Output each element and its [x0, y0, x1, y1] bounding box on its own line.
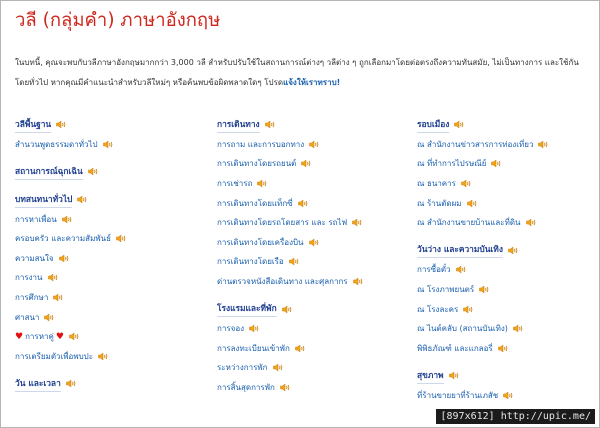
phrase-link[interactable]: การลงทะเบียนเข้าพัก: [217, 342, 290, 355]
speaker-icon[interactable]: [44, 313, 55, 322]
category-basic-phrases[interactable]: วลีพื้นฐาน: [15, 117, 52, 133]
phrase-link[interactable]: ระหว่างการพัก: [217, 361, 268, 374]
speaker-icon[interactable]: [467, 199, 478, 208]
page-frame: วลี (กลุ่มคำ) ภาษาอังกฤษ ในบทนี้, คุณจะพ…: [0, 0, 600, 428]
category-emergency[interactable]: สถานการณ์ฉุกเฉิน: [15, 164, 83, 180]
phrase-link[interactable]: การซื้อตั๋ว: [417, 263, 451, 276]
speaker-icon[interactable]: [116, 234, 127, 243]
speaker-icon[interactable]: [88, 167, 99, 176]
category-hotel[interactable]: โรงแรมและที่พัก: [217, 301, 277, 318]
speaker-icon[interactable]: [69, 332, 80, 341]
phrase-link[interactable]: ณ สำนักงานขายบ้านและที่ดิน: [417, 216, 521, 229]
phrase-link[interactable]: ศาสนา: [15, 311, 39, 324]
speaker-icon[interactable]: [353, 277, 364, 286]
speaker-icon[interactable]: [309, 140, 320, 149]
speaker-icon[interactable]: [449, 371, 460, 380]
phrase-link[interactable]: ความสนใจ: [15, 252, 54, 265]
speaker-icon[interactable]: [59, 254, 70, 263]
phrase-link[interactable]: สำนวนพูดธรรมดาทั่วไป: [15, 138, 98, 151]
phrase-link[interactable]: ณ ที่ทำการไปรษณีย์: [417, 157, 486, 170]
page-title: วลี (กลุ่มคำ) ภาษาอังกฤษ: [15, 10, 221, 31]
speaker-icon[interactable]: [298, 199, 309, 208]
speaker-icon[interactable]: [461, 179, 472, 188]
phrase-link[interactable]: การงาน: [15, 271, 43, 284]
speaker-icon[interactable]: [309, 238, 320, 247]
speaker-icon[interactable]: [508, 246, 519, 255]
phrase-link[interactable]: ครอบครัว และความสัมพันธ์: [15, 232, 111, 245]
speaker-icon[interactable]: [491, 159, 502, 168]
speaker-icon[interactable]: [289, 257, 300, 266]
phrase-link[interactable]: การหาคู่: [25, 330, 54, 343]
speaker-icon[interactable]: [280, 383, 291, 392]
phrase-link[interactable]: ณ ไนต์คลับ (สถานบันเทิง): [417, 322, 508, 335]
speaker-icon[interactable]: [249, 324, 260, 333]
speaker-icon[interactable]: [498, 344, 509, 353]
category-travel[interactable]: การเดินทาง: [217, 117, 260, 133]
speaker-icon[interactable]: [53, 293, 64, 302]
speaker-icon[interactable]: [273, 363, 284, 372]
speaker-icon[interactable]: [56, 120, 67, 129]
phrase-link[interactable]: การเดินทางโดยเครื่องบิน: [217, 236, 304, 249]
speaker-icon[interactable]: [526, 218, 537, 227]
category-health[interactable]: สุขภาพ: [417, 368, 444, 384]
phrase-link[interactable]: การหาเพื่อน: [15, 213, 57, 226]
phrase-link[interactable]: ด่านตรวจหนังสือเดินทาง และศุลกากร: [217, 275, 348, 288]
category-conversation[interactable]: บทสนทนาทั่วไป: [15, 192, 73, 208]
speaker-icon[interactable]: [456, 265, 467, 274]
phrase-link[interactable]: การเช่ารถ: [217, 177, 252, 190]
phrase-link[interactable]: ณ ธนาคาร: [417, 177, 456, 190]
speaker-icon[interactable]: [66, 379, 77, 388]
speaker-icon[interactable]: [282, 305, 293, 314]
phrase-link[interactable]: ที่ร้านขายยาที่ร้านเภสัช: [417, 389, 498, 402]
phrase-link[interactable]: การเดินทางโดยรถยนต์: [217, 157, 296, 170]
speaker-icon[interactable]: [295, 344, 306, 353]
speaker-icon[interactable]: [62, 215, 73, 224]
phrase-link[interactable]: การเตรียมตัวเพื่อพบปะ: [15, 350, 93, 363]
speaker-icon[interactable]: [503, 391, 514, 400]
speaker-icon[interactable]: [301, 159, 312, 168]
heart-icon: ♥: [55, 331, 64, 342]
phrase-link[interactable]: การถาม และการบอกทาง: [217, 138, 304, 151]
speaker-icon[interactable]: [463, 305, 474, 314]
image-host-watermark: [897x612] http://upic.me/: [436, 409, 595, 424]
speaker-icon[interactable]: [479, 285, 490, 294]
speaker-icon[interactable]: [257, 179, 268, 188]
phrase-link[interactable]: การจอง: [217, 322, 244, 335]
speaker-icon[interactable]: [77, 195, 88, 204]
phrase-link[interactable]: การเดินทางโดยเรือ: [217, 255, 284, 268]
report-error-link[interactable]: แจ้งให้เราทราบ!: [283, 78, 340, 87]
speaker-icon[interactable]: [103, 140, 114, 149]
phrase-link[interactable]: การสิ้นสุดการพัก: [217, 381, 275, 394]
phrase-column-3: รอบเมือง ณ สำนักงานข่าวสารการท่องเที่ยว …: [417, 115, 597, 405]
heart-icon: ♥: [15, 331, 24, 342]
phrase-link[interactable]: ณ ร้านตัดผม: [417, 197, 462, 210]
speaker-icon[interactable]: [98, 352, 109, 361]
speaker-icon[interactable]: [513, 324, 524, 333]
phrase-link[interactable]: พิพิธภัณฑ์ และแกลอรี่: [417, 342, 493, 355]
phrase-column-1: วลีพื้นฐาน สำนวนพูดธรรมดาทั่วไป สถานการณ…: [15, 115, 195, 394]
phrase-column-2: การเดินทาง การถาม และการบอกทาง การเดินทา…: [217, 115, 397, 397]
phrase-link[interactable]: การเดินทางโดยรถโดยสาร และ รถไฟ: [217, 216, 347, 229]
phrase-link[interactable]: ณ โรงภาพยนตร์: [417, 283, 474, 296]
speaker-icon[interactable]: [454, 120, 465, 129]
category-around-town[interactable]: รอบเมือง: [417, 117, 450, 133]
speaker-icon[interactable]: [265, 120, 276, 129]
phrase-link[interactable]: การศึกษา: [15, 291, 48, 304]
phrase-link[interactable]: การเดินทางโดยแท็กซี่: [217, 197, 293, 210]
category-date-time[interactable]: วัน และเวลา: [15, 376, 61, 392]
phrase-link[interactable]: ณ สำนักงานข่าวสารการท่องเที่ยว: [417, 138, 533, 151]
category-leisure[interactable]: วันว่าง และความบันเทิง: [417, 242, 503, 259]
speaker-icon[interactable]: [48, 273, 59, 282]
phrase-link[interactable]: ณ โรงละคร: [417, 303, 458, 316]
speaker-icon[interactable]: [352, 218, 363, 227]
intro-paragraph: ในบทนี้, คุณจะพบกับวลีภาษาอังกฤษมากกว่า …: [15, 53, 590, 93]
speaker-icon[interactable]: [538, 140, 549, 149]
